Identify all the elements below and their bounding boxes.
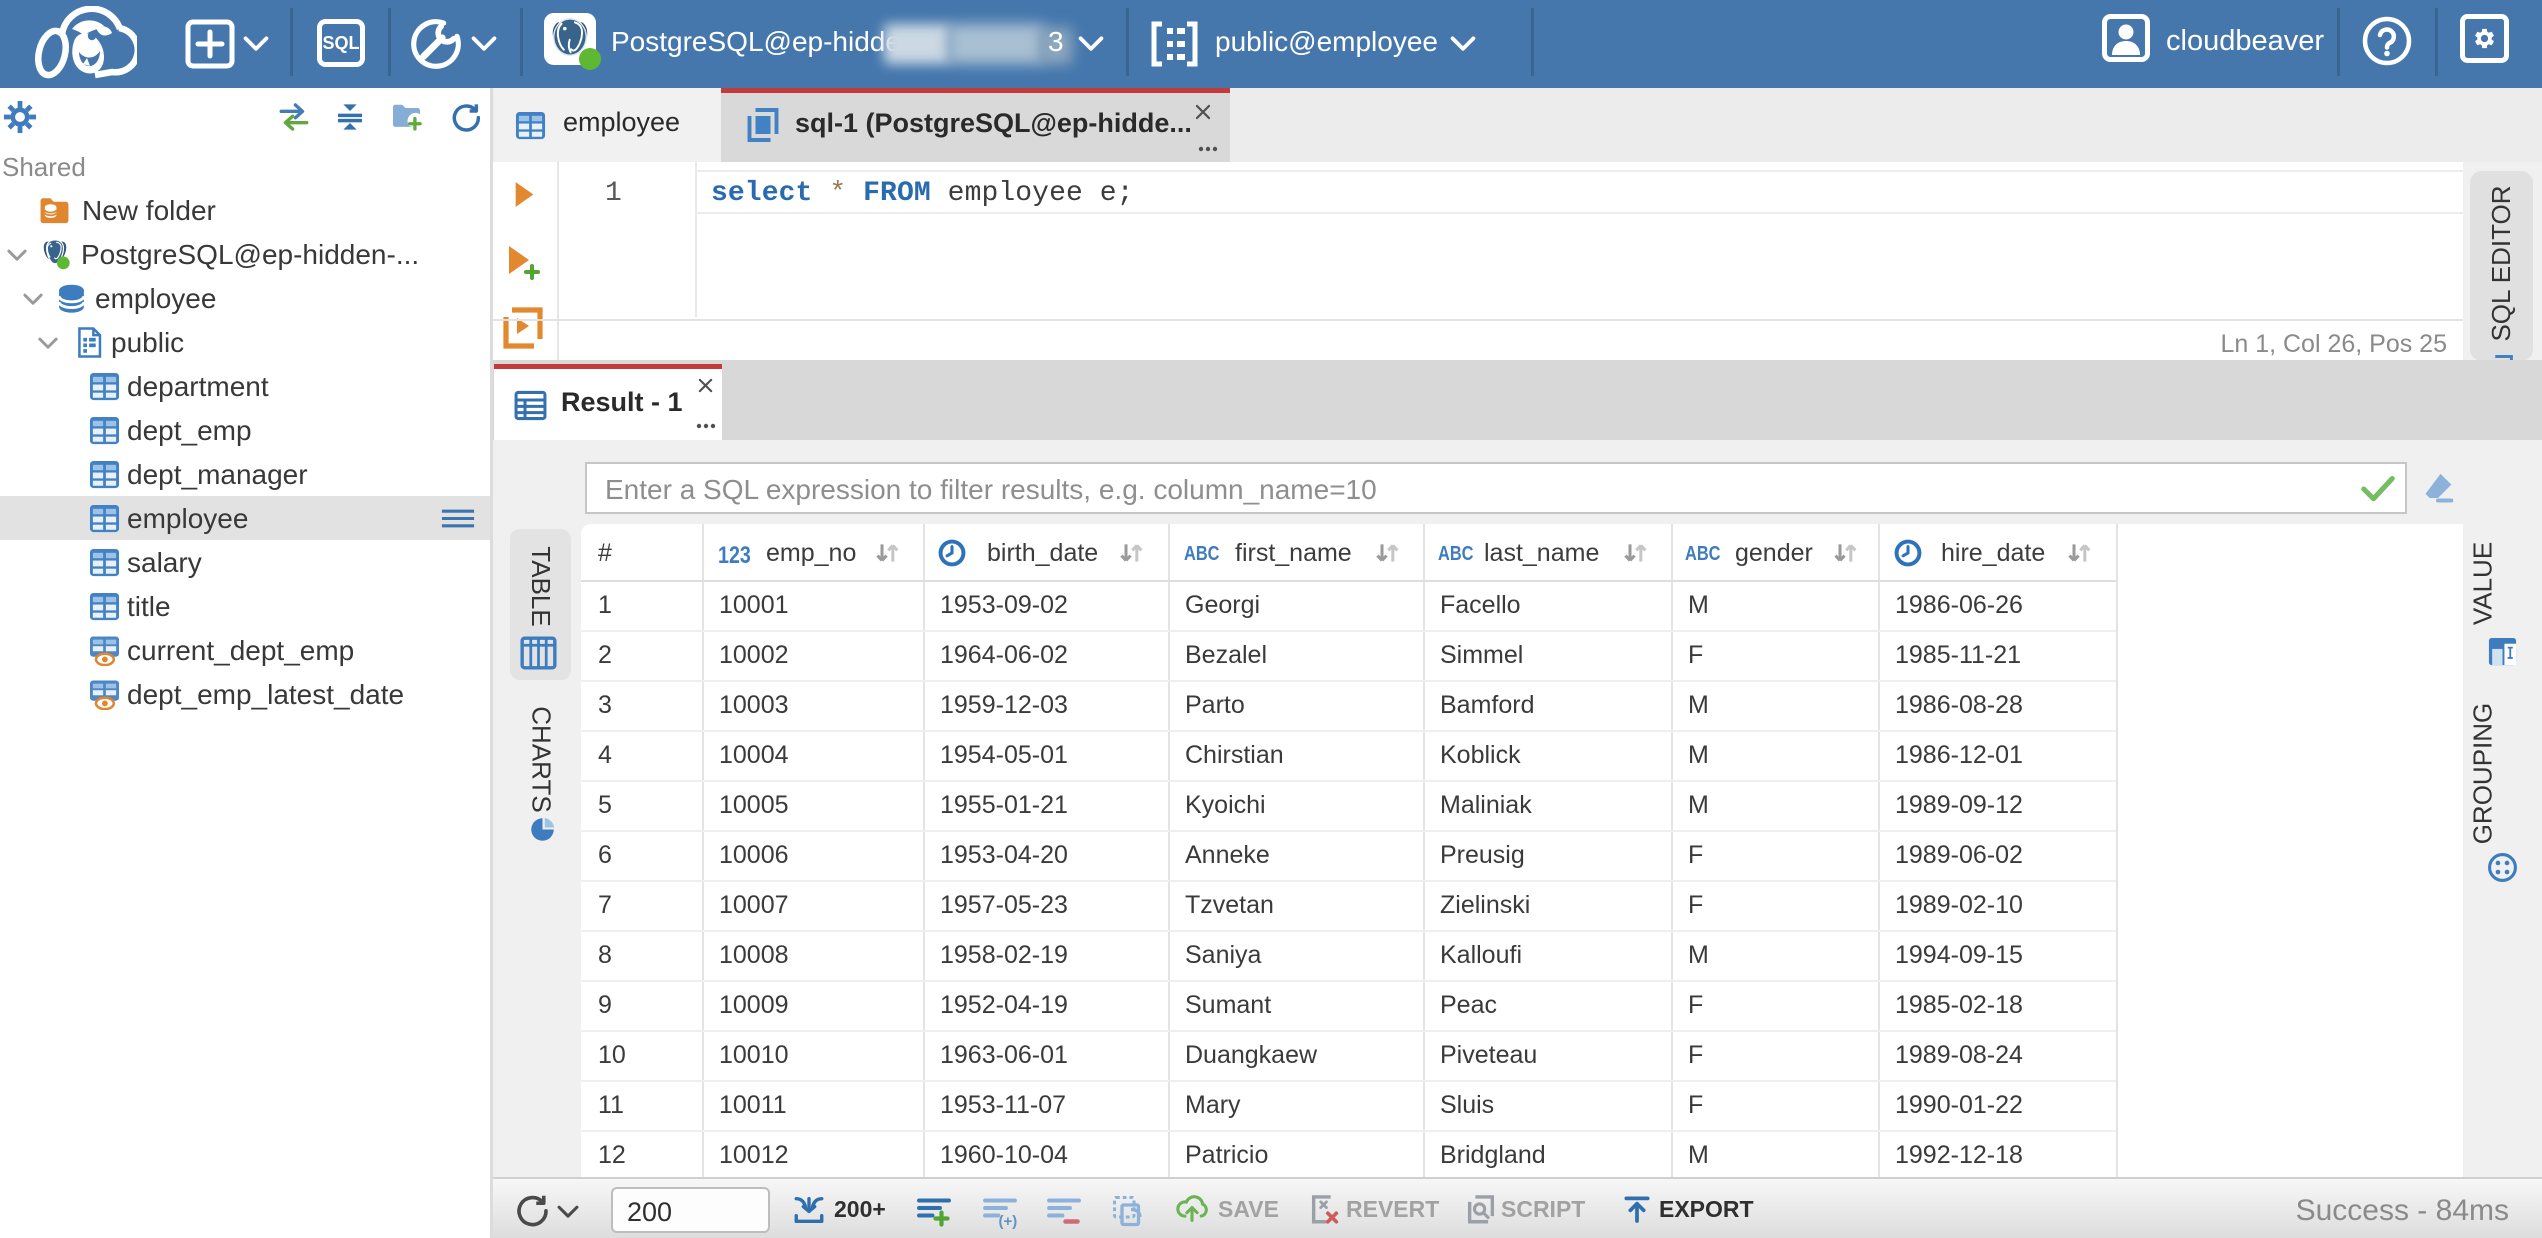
svg-text:(+): (+) <box>999 1213 1018 1229</box>
